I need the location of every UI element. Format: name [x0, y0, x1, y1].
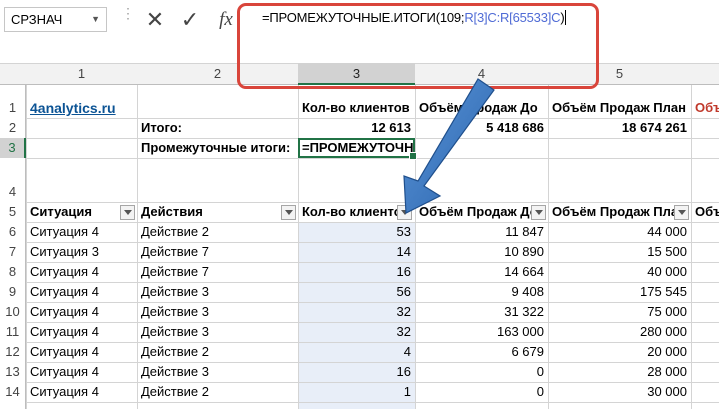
annotation-arrow-icon: [403, 78, 495, 214]
